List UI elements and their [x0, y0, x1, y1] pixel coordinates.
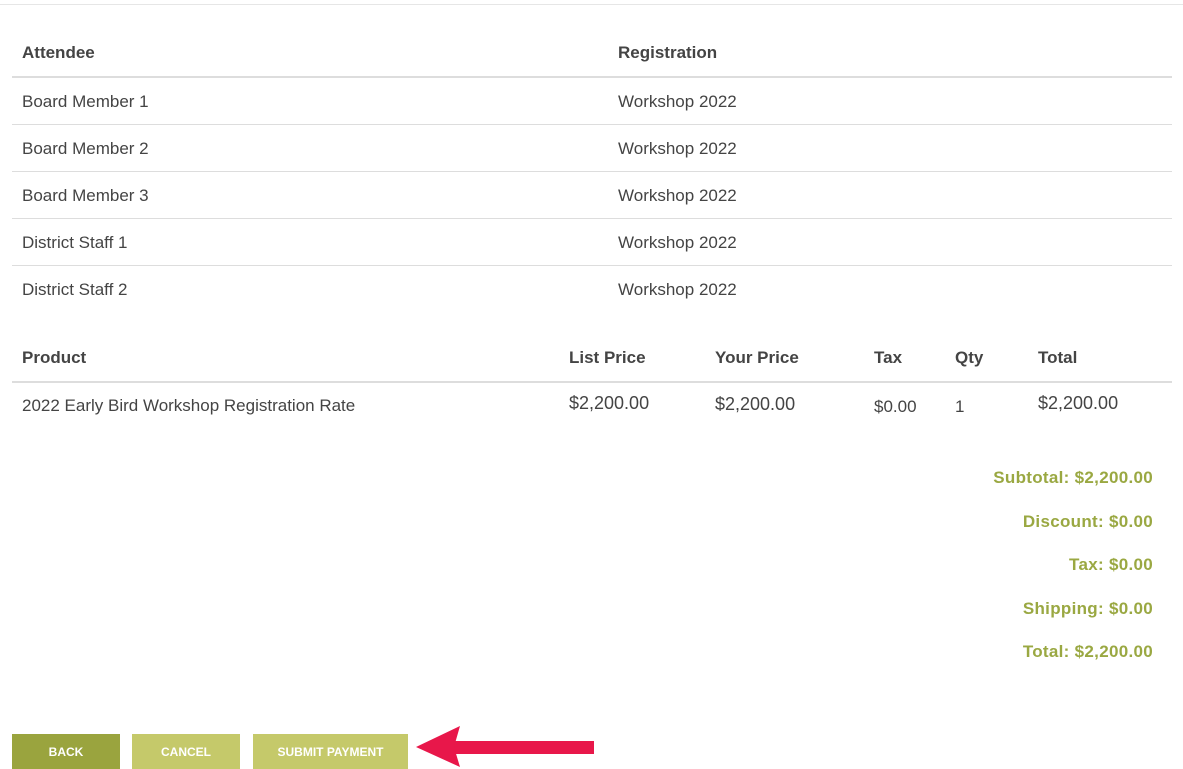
- attendee-name: Board Member 2: [22, 139, 149, 158]
- column-header-qty: Qty: [955, 348, 984, 367]
- subtotal-line: Subtotal: $2,200.00: [893, 468, 1153, 512]
- list-price: $2,200.00: [569, 393, 650, 413]
- arrow-left-icon: [416, 726, 594, 767]
- tax-line: Tax: $0.00: [893, 555, 1153, 599]
- total-text: Total: $2,200.00: [1022, 642, 1153, 661]
- product-table-header: Product List Price Your Price Tax Qty To…: [12, 336, 1172, 383]
- attendee-name: Board Member 3: [22, 186, 149, 205]
- your-price: $2,200.00: [715, 394, 796, 414]
- attendee-name: Board Member 1: [22, 92, 149, 111]
- table-row: Board Member 1 Workshop 2022: [12, 78, 1172, 125]
- back-button[interactable]: BACK: [12, 734, 120, 769]
- registration-name: Workshop 2022: [618, 92, 737, 111]
- attendee-name: District Staff 1: [22, 233, 128, 252]
- column-header-product: Product: [22, 348, 87, 367]
- column-header-your-price: Your Price: [715, 348, 799, 367]
- registration-name: Workshop 2022: [618, 280, 737, 299]
- column-header-list-price: List Price: [569, 348, 646, 367]
- order-totals: Subtotal: $2,200.00 Discount: $0.00 Tax:…: [893, 468, 1153, 686]
- attendee-table: Attendee Registration Board Member 1 Wor…: [12, 30, 1172, 312]
- submit-payment-button[interactable]: SUBMIT PAYMENT: [253, 734, 408, 769]
- registration-name: Workshop 2022: [618, 186, 737, 205]
- table-row: Board Member 2 Workshop 2022: [12, 125, 1172, 172]
- registration-name: Workshop 2022: [618, 233, 737, 252]
- discount-text: Discount: $0.00: [1022, 511, 1153, 531]
- product-name: 2022 Early Bird Workshop Registration Ra…: [22, 396, 356, 415]
- attendee-table-header: Attendee Registration: [12, 30, 1172, 78]
- column-header-registration: Registration: [618, 43, 718, 62]
- cancel-button[interactable]: CANCEL: [132, 734, 240, 769]
- table-row: District Staff 1 Workshop 2022: [12, 219, 1172, 266]
- total-line: Total: $2,200.00: [893, 642, 1153, 686]
- attendee-name: District Staff 2: [22, 280, 128, 299]
- registration-name: Workshop 2022: [618, 139, 737, 158]
- discount-line: Discount: $0.00: [893, 512, 1153, 556]
- table-row: District Staff 2 Workshop 2022: [12, 266, 1172, 312]
- table-row: 2022 Early Bird Workshop Registration Ra…: [12, 383, 1172, 429]
- quantity: 1: [955, 397, 965, 416]
- top-divider: [0, 4, 1183, 5]
- tax-amount: $0.00: [874, 397, 917, 416]
- column-header-attendee: Attendee: [22, 43, 95, 62]
- shipping-line: Shipping: $0.00: [893, 599, 1153, 643]
- line-total: $2,200.00: [1038, 393, 1119, 413]
- table-row: Board Member 3 Workshop 2022: [12, 172, 1172, 219]
- shipping-text: Shipping: $0.00: [1022, 598, 1153, 618]
- column-header-tax: Tax: [874, 348, 903, 367]
- subtotal-text: Subtotal: $2,200.00: [993, 468, 1153, 487]
- product-table: Product List Price Your Price Tax Qty To…: [12, 336, 1172, 429]
- column-header-total: Total: [1038, 348, 1078, 367]
- tax-text: Tax: $0.00: [1069, 555, 1153, 574]
